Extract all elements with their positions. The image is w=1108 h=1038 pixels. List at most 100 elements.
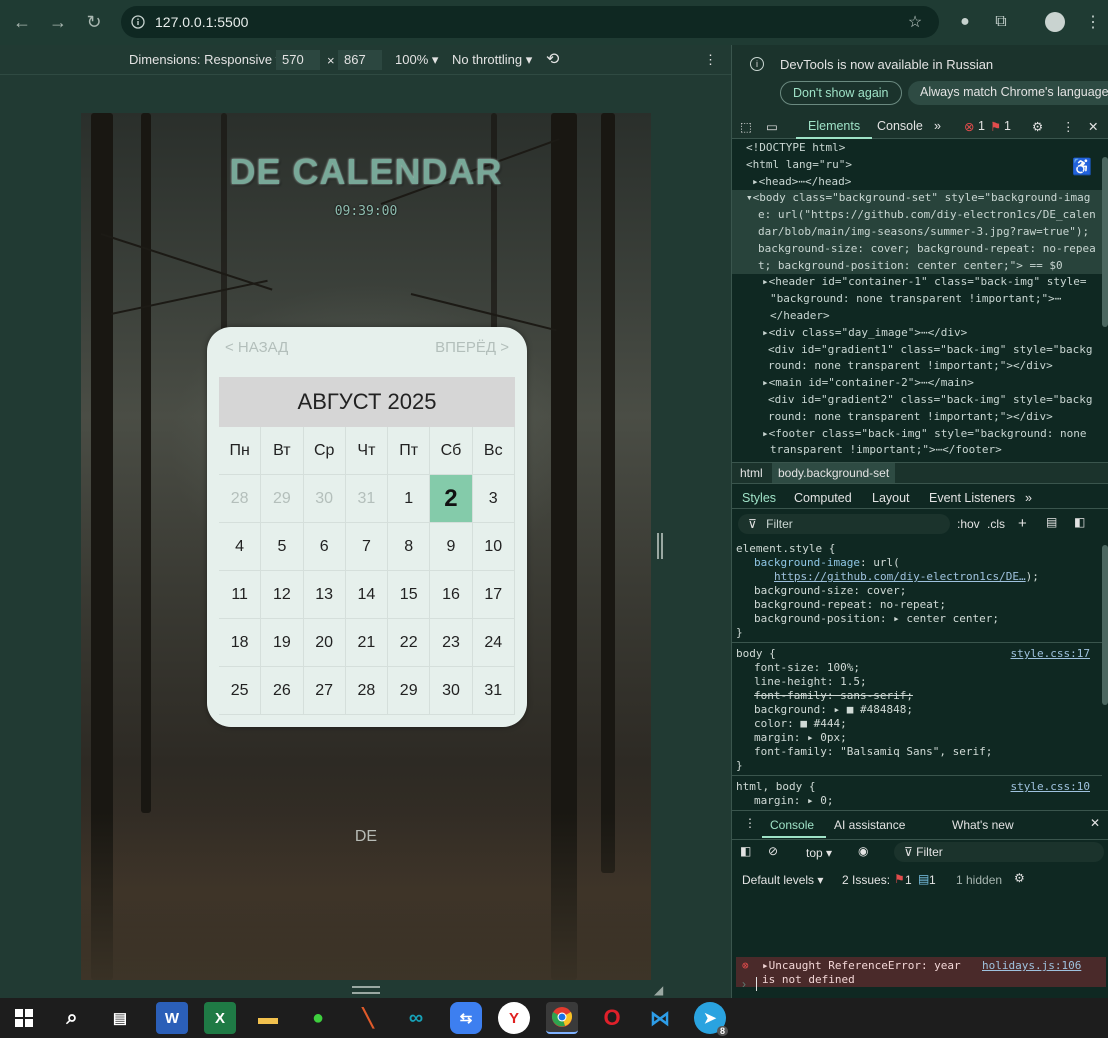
calendar-day[interactable]: 3 [472,475,515,523]
calendar-day[interactable]: 15 [388,571,431,619]
calendar-day[interactable]: 30 [303,475,346,523]
crumb-html[interactable]: html [740,466,763,480]
sidebar-toggle-icon[interactable]: ◧ [1074,515,1085,529]
dom-node-line[interactable]: round: none transparent !important;"></d… [732,358,1102,375]
dimensions-select[interactable]: Dimensions: Responsive ▾ [129,52,282,68]
calendar-day[interactable]: 28 [345,667,389,715]
accessibility-icon[interactable]: ♿ [1072,157,1092,177]
calendar-day[interactable]: 17 [472,571,515,619]
dont-show-again-button[interactable]: Don't show again [780,81,902,105]
arduino-icon[interactable]: ∞ [400,1002,432,1034]
reload-icon[interactable]: ↻ [80,8,108,36]
pen-app-icon[interactable]: ╲ [352,1002,384,1034]
dom-node-line[interactable]: </header> [732,308,1102,325]
next-month-button[interactable]: ВПЕРЁД > [435,339,509,356]
word-icon[interactable]: W [156,1002,188,1034]
dom-node-line[interactable]: ▸<main id="container-2">⋯</main> [732,375,1102,392]
dom-node-line[interactable]: ▸<footer class="back-img" style="backgro… [732,426,1102,443]
calendar-day[interactable]: 27 [303,667,346,715]
new-rule-icon[interactable]: + [1018,515,1027,532]
height-input[interactable]: 867 [338,50,382,70]
elements-scrollbar[interactable] [1102,157,1108,327]
dom-node-line[interactable]: transparent !important;">⋯</footer> [732,442,1102,459]
dom-node-line[interactable]: <div id="gradient2" class="back-img" sty… [732,392,1102,409]
calendar-day[interactable]: 26 [261,667,304,715]
throttling-select[interactable]: No throttling ▾ [452,52,532,68]
opera-icon[interactable]: O [596,1002,628,1034]
calendar-day[interactable]: 20 [303,619,346,667]
app-green-icon[interactable]: ● [302,1002,334,1034]
html-rule-source[interactable]: style.css:10 [1011,780,1090,794]
styles-tab-computed[interactable]: Computed [794,491,852,505]
live-expression-eye-icon[interactable]: ◉ [858,844,868,858]
calendar-day[interactable]: 24 [472,619,515,667]
calendar-day[interactable]: 28 [219,475,262,523]
file-explorer-icon[interactable]: ▬ [252,1002,284,1034]
zoom-select[interactable]: 100% ▾ [395,52,438,68]
calendar-day[interactable]: 21 [345,619,389,667]
calendar-day[interactable]: 13 [303,571,346,619]
console-input[interactable] [756,977,757,991]
context-select[interactable]: top ▾ [806,846,832,860]
calendar-day[interactable]: 30 [430,667,473,715]
dom-node-line[interactable]: ▸<head>⋯</head> [732,174,1102,191]
profile-avatar-icon[interactable] [1042,9,1068,35]
dom-node-line[interactable]: dar/blob/main/img-seasons/summer-3.jpg?r… [732,223,1102,241]
calendar-day[interactable]: 29 [388,667,431,715]
calendar-day[interactable]: 7 [345,523,389,571]
tab-elements[interactable]: Elements [808,119,860,133]
extensions-puzzle-icon[interactable]: ⧉ [988,9,1014,35]
settings-gear-icon[interactable]: ⚙ [1032,119,1043,134]
calendar-day[interactable]: 9 [430,523,473,571]
chrome-icon[interactable] [546,1002,578,1034]
calendar-day[interactable]: 19 [261,619,304,667]
styles-filter-input[interactable]: ⊽ Filter [738,514,950,534]
vscode-icon[interactable]: ⋈ [644,1002,676,1034]
search-icon[interactable]: ⌕ [56,1002,88,1034]
dom-node-line[interactable]: "background: none transparent !important… [732,291,1102,308]
cls-toggle[interactable]: .cls [987,517,1005,531]
log-levels-select[interactable]: Default levels ▾ [742,873,823,887]
hov-toggle[interactable]: :hov [957,517,980,531]
device-menu-icon[interactable]: ⋮ [704,52,717,68]
clear-console-icon[interactable]: ⊘ [768,844,778,858]
calendar-day[interactable]: 31 [345,475,389,523]
console-sidebar-icon[interactable]: ◧ [740,844,751,858]
back-icon[interactable]: ← [8,8,36,36]
console-error-message[interactable]: ⊗ ▸Uncaught ReferenceError: year is not … [736,957,1106,987]
inspect-icon[interactable]: ⬚ [740,119,752,134]
calendar-day[interactable]: 12 [261,571,304,619]
calendar-day[interactable]: 16 [430,571,473,619]
extension-circle-icon[interactable]: ● [952,9,978,35]
bottom-resize-handle[interactable] [352,986,380,994]
dom-node-line[interactable]: <html lang="ru"> [732,157,1102,174]
drawer-tab-console[interactable]: Console [770,818,814,832]
issue-flag-icon[interactable]: ⚑ [990,119,1001,134]
calendar-day[interactable]: 31 [472,667,515,715]
devtools-menu-icon[interactable]: ⋮ [1062,119,1075,134]
remote-app-icon[interactable]: ⇆ [450,1002,482,1034]
drawer-tab-ai[interactable]: AI assistance [834,818,905,832]
calendar-day[interactable]: 8 [388,523,431,571]
console-filter-input[interactable]: ⊽ Filter [894,842,1104,862]
width-input[interactable]: 570 [276,50,320,70]
forward-icon[interactable]: → [44,8,72,36]
yandex-icon[interactable]: Y [498,1002,530,1034]
dom-node-line[interactable]: t; background-position: center center;">… [732,257,1102,275]
dom-node-line[interactable]: round: none transparent !important;"></d… [732,409,1102,426]
dom-node-line[interactable]: ▾<body class="background-set" style="bac… [732,190,1102,208]
calendar-day[interactable]: 18 [219,619,262,667]
styles-scrollbar[interactable] [1102,545,1108,705]
calendar-day[interactable]: 22 [388,619,431,667]
close-devtools-icon[interactable]: ✕ [1088,119,1098,134]
error-count-icon[interactable]: ⊗ [964,119,974,134]
styles-tab-layout[interactable]: Layout [872,491,910,505]
calendar-day[interactable]: 4 [219,523,262,571]
calendar-day[interactable]: 25 [219,667,262,715]
dom-node-line[interactable]: e: url("https://github.com/diy-electron1… [732,207,1102,224]
address-bar[interactable]: 127.0.0.1:5500 [121,6,939,38]
calendar-day[interactable]: 11 [219,571,262,619]
prev-month-button[interactable]: < НАЗАД [225,339,288,356]
calendar-day[interactable]: 14 [345,571,389,619]
calendar-day[interactable]: 5 [261,523,304,571]
